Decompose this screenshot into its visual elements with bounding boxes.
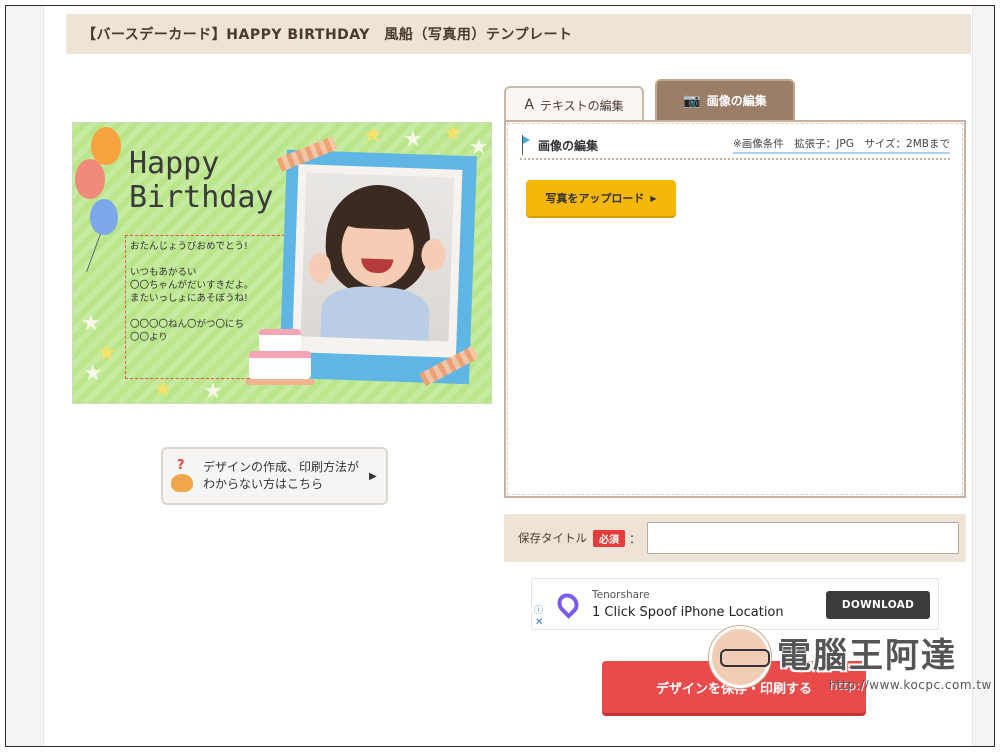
balloon-string (86, 234, 101, 272)
right-gutter (972, 6, 994, 746)
required-badge: 必須 (593, 529, 625, 547)
star-icon: ★ (363, 123, 383, 148)
triangle-right-icon: ▶ (369, 470, 377, 482)
left-gutter (6, 6, 44, 746)
orange-balloon-icon (91, 127, 121, 165)
help-button[interactable]: ? デザインの作成、印刷方法がわからない方はこちら ▶ (161, 447, 388, 505)
star-icon: ★ (203, 379, 223, 404)
ad-download-button[interactable]: DOWNLOAD (826, 591, 930, 619)
panel-title: 画像の編集 (538, 138, 599, 153)
card-message-line: いつもあかるい (130, 267, 197, 278)
star-icon: ★ (403, 127, 423, 152)
card-message-line: おたんじょうびおめでとう! (130, 241, 248, 252)
mascot-face-icon (709, 626, 771, 688)
ad-banner[interactable]: ⓘ ✕ Tenorshare 1 Click Spoof iPhone Loca… (531, 578, 939, 630)
tab-text-edit[interactable]: A テキストの編集 (504, 86, 644, 122)
photo-polaroid (291, 164, 463, 358)
upload-photo-label: 写真をアップロード (545, 192, 645, 205)
save-title-input[interactable] (647, 522, 960, 554)
star-icon: ★ (153, 377, 173, 402)
page-title-bar: 【バースデーカード】HAPPY BIRTHDAY 風船（写真用）テンプレート (66, 14, 971, 54)
pink-balloon-icon (75, 159, 105, 199)
question-cat-icon: ? (171, 458, 195, 494)
image-edit-panel: 画像の編集 ※画像条件 拡張子：JPG サイズ：2MBまで 写真をアップロード … (504, 120, 966, 498)
watermark-title: 電腦王阿達 (777, 636, 957, 676)
help-button-label: デザインの作成、印刷方法がわからない方はこちら (203, 460, 360, 491)
save-title-row: 保存タイトル 必須 ： (504, 514, 966, 562)
star-icon: ★ (83, 361, 103, 386)
upload-photo-button[interactable]: 写真をアップロード ▶ (526, 180, 676, 216)
letter-a-icon: A (524, 97, 534, 113)
ad-headline: 1 Click Spoof iPhone Location (592, 605, 784, 620)
ad-brand: Tenorshare (592, 589, 650, 601)
watermark-url: http://www.kocpc.com.tw (829, 678, 992, 692)
star-icon: ★ (443, 122, 463, 146)
watermark: 電腦王阿達 http://www.kocpc.com.tw (709, 626, 991, 702)
tab-text-edit-label: テキストの編集 (539, 98, 624, 113)
ad-close-icon[interactable]: ✕ (535, 617, 543, 628)
tab-image-edit-label: 画像の編集 (706, 94, 767, 108)
card-headline-line2: Birthday (129, 180, 274, 215)
image-conditions: ※画像条件 拡張子：JPG サイズ：2MBまで (733, 136, 950, 154)
tab-image-edit[interactable]: 📷 画像の編集 (655, 79, 795, 122)
child-photo (300, 172, 455, 342)
save-title-colon: ： (629, 531, 642, 546)
flag-icon (520, 135, 530, 155)
card-message-line: またいっしょにあそぼうね! (130, 293, 248, 304)
page-title: 【バースデーカード】HAPPY BIRTHDAY 風船（写真用）テンプレート (82, 27, 573, 43)
save-title-label: 保存タイトル (518, 531, 587, 545)
star-icon: ★ (81, 311, 101, 336)
ad-info-icon[interactable]: ⓘ (534, 603, 543, 616)
card-headline: Happy Birthday (129, 147, 274, 215)
location-pin-icon (553, 589, 583, 619)
page-frame: 【バースデーカード】HAPPY BIRTHDAY 風船（写真用）テンプレート ★… (5, 5, 995, 747)
birthday-cake-icon (245, 319, 315, 391)
card-headline-line1: Happy (129, 146, 220, 181)
card-message-line: 〇〇ちゃんがだいすきだよ。 (130, 280, 254, 291)
card-preview[interactable]: ★ ★ ★ ★ ★ ★ ★ ★ ★ Happy Birthday おたんじょうび… (72, 122, 492, 404)
panel-header: 画像の編集 ※画像条件 拡張子：JPG サイズ：2MBまで (520, 132, 950, 160)
camera-icon: 📷 (683, 92, 701, 109)
triangle-right-icon: ▶ (650, 193, 657, 203)
blue-balloon-icon (90, 199, 118, 235)
